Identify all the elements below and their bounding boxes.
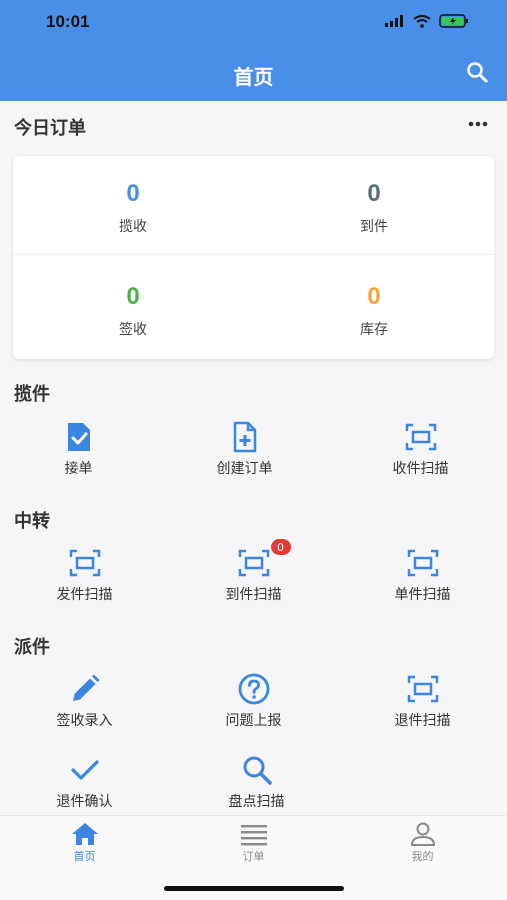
stat-label: 签收 (119, 322, 147, 338)
home-indicator[interactable] (164, 886, 344, 891)
search-icon (243, 756, 272, 785)
scan-icon (69, 549, 100, 577)
grid-label: 签收录入 (56, 713, 113, 729)
scan-icon (238, 549, 269, 577)
scan-icon (405, 423, 436, 451)
grid-label: 盘点扫描 (228, 794, 285, 810)
grid-label: 退件扫描 (394, 713, 451, 729)
grid-item-arrival-scan[interactable]: 0 到件扫描 (169, 538, 338, 604)
check-icon (70, 760, 99, 780)
app-header: 10:01 首页 (0, 0, 507, 101)
today-orders-title: 今日订单 (14, 118, 86, 139)
grid-label: 收件扫描 (392, 461, 449, 477)
section-title-transfer: 中转 (14, 511, 50, 532)
pencil-icon (72, 674, 99, 701)
icon-wrapper: 0 (237, 538, 292, 580)
grid-label: 创建订单 (216, 461, 273, 477)
grid-label: 单件扫描 (394, 587, 451, 603)
page-title: 首页 (233, 65, 274, 89)
search-icon (467, 62, 488, 83)
tab-home[interactable]: 首页 (0, 822, 169, 864)
stat-inventory[interactable]: 0 库存 (254, 283, 494, 339)
stat-pickup[interactable]: 0 揽收 (13, 180, 253, 236)
tab-label: 首页 (73, 850, 96, 863)
tab-label: 订单 (242, 850, 265, 863)
signal-icon (385, 15, 403, 27)
file-add-icon (233, 421, 256, 453)
tab-label: 我的 (411, 850, 434, 863)
scan-icon (407, 675, 438, 703)
grid-item-single-scan[interactable]: 单件扫描 (338, 546, 507, 604)
list-icon (240, 825, 267, 846)
wifi-icon (413, 14, 431, 28)
today-orders-card: 0 揽收 0 到件 0 签收 0 库存 (13, 156, 494, 359)
grid-item-report-issue[interactable]: 问题上报 (169, 672, 338, 730)
more-button[interactable] (467, 116, 489, 130)
stat-value: 0 (126, 180, 140, 207)
status-bar: 10:01 (0, 0, 507, 44)
scan-icon (407, 549, 438, 577)
stat-arrival[interactable]: 0 到件 (254, 180, 494, 236)
tab-profile[interactable]: 我的 (338, 822, 507, 864)
grid-label: 发件扫描 (56, 587, 113, 603)
section-title-pickup: 揽件 (14, 384, 50, 405)
search-button[interactable] (465, 60, 489, 84)
notification-badge: 0 (269, 538, 292, 556)
status-icons (385, 14, 469, 28)
grid-item-create-order[interactable]: 创建订单 (160, 420, 329, 478)
stat-value: 0 (367, 180, 381, 207)
grid-item-dispatch-scan[interactable]: 发件扫描 (0, 546, 169, 604)
stat-label: 库存 (360, 322, 388, 338)
card-divider (13, 254, 494, 255)
stat-value: 0 (367, 283, 381, 310)
user-icon (410, 822, 435, 846)
question-icon (238, 673, 269, 705)
stat-value: 0 (126, 283, 140, 310)
stat-label: 揽收 (119, 219, 147, 235)
grid-item-return-scan[interactable]: 退件扫描 (338, 672, 507, 730)
tab-orders[interactable]: 订单 (169, 822, 338, 864)
grid-label: 问题上报 (225, 713, 282, 729)
stat-label: 到件 (360, 219, 388, 235)
home-icon (71, 823, 98, 845)
stat-signed[interactable]: 0 签收 (13, 283, 253, 339)
section-title-delivery: 派件 (14, 637, 50, 658)
grid-label: 退件确认 (56, 794, 113, 810)
grid-item-return-confirm[interactable]: 退件确认 (0, 753, 169, 811)
grid-item-receive-scan[interactable]: 收件扫描 (336, 420, 505, 478)
task-check-icon (67, 423, 90, 451)
battery-icon (439, 14, 468, 28)
status-time: 10:01 (46, 12, 90, 31)
grid-item-inventory-scan[interactable]: 盘点扫描 (172, 753, 341, 811)
grid-item-sign-entry[interactable]: 签收录入 (0, 672, 169, 730)
grid-label: 到件扫描 (225, 587, 282, 603)
more-icon (468, 121, 488, 127)
grid-label: 接单 (64, 461, 93, 477)
grid-item-accept-order[interactable]: 接单 (0, 420, 163, 478)
